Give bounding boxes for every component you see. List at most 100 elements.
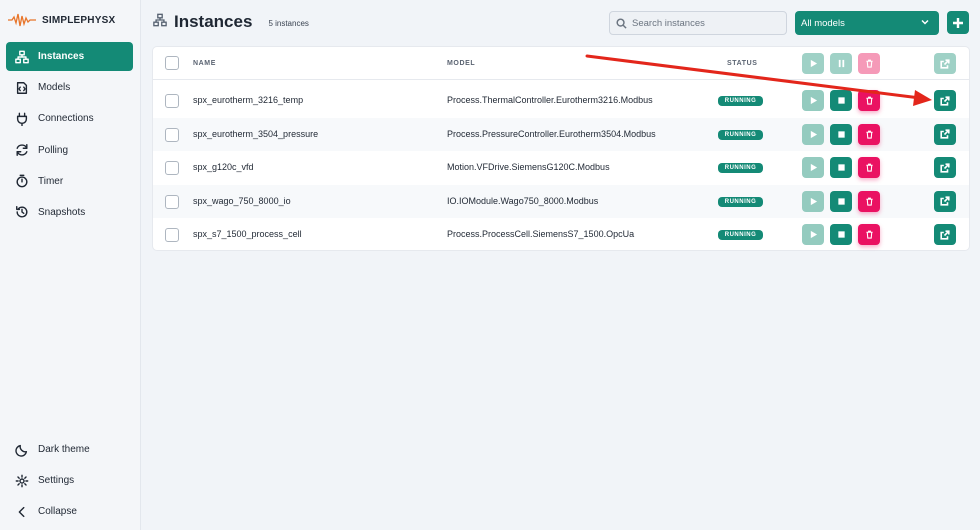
status-badge: RUNNING: [718, 163, 763, 173]
column-header-model: MODEL: [447, 60, 476, 67]
search-input[interactable]: [632, 17, 782, 29]
trash-icon: [865, 163, 873, 172]
hierarchy-icon: [14, 49, 30, 65]
stop-icon: [837, 130, 845, 138]
stop-icon: [837, 231, 845, 238]
status-badge: RUNNING: [718, 96, 763, 106]
column-header-status: STATUS: [727, 60, 758, 67]
instance-model: Process.ProcessCell.SiemensS7_1500.OpcUa: [447, 229, 635, 239]
sidebar-item-label: Collapse: [38, 506, 77, 518]
table-row[interactable]: spx_g120c_vfd Motion.VFDrive.SiemensG120…: [153, 151, 969, 185]
table-row[interactable]: spx_s7_1500_process_cell Process.Process…: [153, 218, 969, 252]
sidebar-item-instances[interactable]: Instances: [6, 42, 133, 71]
moon-icon: [14, 442, 30, 458]
table-row[interactable]: spx_eurotherm_3504_pressure Process.Pres…: [153, 117, 969, 151]
delete-button[interactable]: [858, 190, 880, 212]
timer-icon: [14, 173, 30, 189]
external-link-icon: [940, 196, 950, 206]
stop-button[interactable]: [830, 190, 852, 212]
stop-icon: [837, 97, 845, 104]
model-filter-select[interactable]: All models: [795, 11, 939, 35]
add-instance-button[interactable]: [947, 11, 969, 34]
plug-icon: [14, 111, 30, 127]
search-box[interactable]: [609, 11, 787, 35]
external-link-icon: [940, 162, 950, 173]
stop-button[interactable]: [830, 224, 852, 245]
plus-icon: [953, 17, 963, 28]
pause-icon: [838, 59, 844, 68]
search-icon: [616, 17, 627, 29]
sidebar-item-settings[interactable]: Settings: [6, 466, 133, 495]
play-icon: [810, 163, 817, 172]
status-badge: RUNNING: [718, 230, 763, 240]
model-filter-value: All models: [801, 17, 845, 29]
row-checkbox[interactable]: [165, 127, 179, 142]
trash-icon: [865, 230, 873, 239]
bulk-start-button[interactable]: [802, 53, 824, 74]
stop-button[interactable]: [830, 123, 852, 145]
table-row[interactable]: spx_wago_750_8000_io IO.IOModule.Wago750…: [153, 184, 969, 218]
sidebar-item-connections[interactable]: Connections: [6, 104, 133, 133]
open-instance-button[interactable]: [934, 123, 956, 145]
stop-icon: [837, 197, 845, 205]
open-instance-button[interactable]: [934, 224, 956, 245]
play-icon: [810, 96, 817, 105]
instance-model: Process.ThermalController.Eurotherm3216.…: [447, 95, 653, 105]
sidebar-item-snapshots[interactable]: Snapshots: [6, 198, 133, 227]
delete-button[interactable]: [858, 90, 880, 111]
dark-theme-toggle[interactable]: Dark theme: [6, 435, 133, 464]
row-checkbox[interactable]: [165, 194, 179, 209]
start-button[interactable]: [802, 157, 824, 178]
instance-name: spx_eurotherm_3216_temp: [193, 95, 304, 105]
app-name: SIMPLEPHYSX: [42, 14, 116, 26]
select-all-checkbox[interactable]: [165, 56, 179, 70]
table-row[interactable]: spx_eurotherm_3216_temp Process.ThermalC…: [153, 84, 969, 118]
stop-button[interactable]: [830, 90, 852, 111]
collapse-button[interactable]: Collapse: [6, 497, 133, 526]
chevron-down-icon: [920, 17, 930, 30]
row-checkbox[interactable]: [165, 94, 179, 108]
start-button[interactable]: [802, 190, 824, 212]
history-icon: [14, 204, 30, 220]
status-badge: RUNNING: [718, 196, 763, 207]
bulk-pause-button[interactable]: [830, 53, 852, 74]
gear-icon: [14, 473, 30, 489]
status-badge: RUNNING: [718, 129, 763, 140]
page-header: Instances 5 instances All models: [153, 10, 969, 36]
external-link-icon: [940, 95, 950, 106]
bulk-open-button[interactable]: [934, 53, 956, 74]
column-header-name: NAME: [193, 60, 217, 67]
play-icon: [810, 130, 817, 138]
sidebar-item-polling[interactable]: Polling: [6, 136, 133, 165]
start-button[interactable]: [802, 123, 824, 145]
start-button[interactable]: [802, 224, 824, 245]
delete-button[interactable]: [858, 157, 880, 178]
sidebar-item-label: Models: [38, 82, 71, 94]
refresh-icon: [14, 142, 30, 158]
row-checkbox[interactable]: [165, 228, 179, 242]
sidebar-item-label: Dark theme: [38, 444, 90, 455]
play-icon: [810, 59, 817, 68]
brand: SIMPLEPHYSX: [8, 10, 115, 30]
chevron-left-icon: [14, 504, 30, 520]
open-instance-button[interactable]: [934, 190, 956, 212]
play-icon: [810, 197, 817, 205]
sidebar-nav: Instances Models Connections Polling Tim…: [6, 42, 133, 229]
stop-button[interactable]: [830, 157, 852, 178]
delete-button[interactable]: [858, 224, 880, 245]
trash-icon: [865, 96, 873, 105]
sidebar-item-timer[interactable]: Timer: [6, 167, 133, 196]
play-icon: [810, 230, 817, 239]
models-icon: [14, 80, 30, 96]
hierarchy-icon: [153, 13, 167, 32]
title-group: Instances 5 instances: [153, 12, 309, 32]
bulk-delete-button[interactable]: [858, 53, 880, 74]
open-instance-button[interactable]: [934, 90, 956, 111]
open-instance-button[interactable]: [934, 157, 956, 178]
sidebar-item-models[interactable]: Models: [6, 73, 133, 102]
row-checkbox[interactable]: [165, 161, 179, 175]
delete-button[interactable]: [858, 123, 880, 145]
waveform-logo-icon: [8, 13, 36, 27]
external-link-icon: [940, 129, 950, 139]
start-button[interactable]: [802, 90, 824, 111]
